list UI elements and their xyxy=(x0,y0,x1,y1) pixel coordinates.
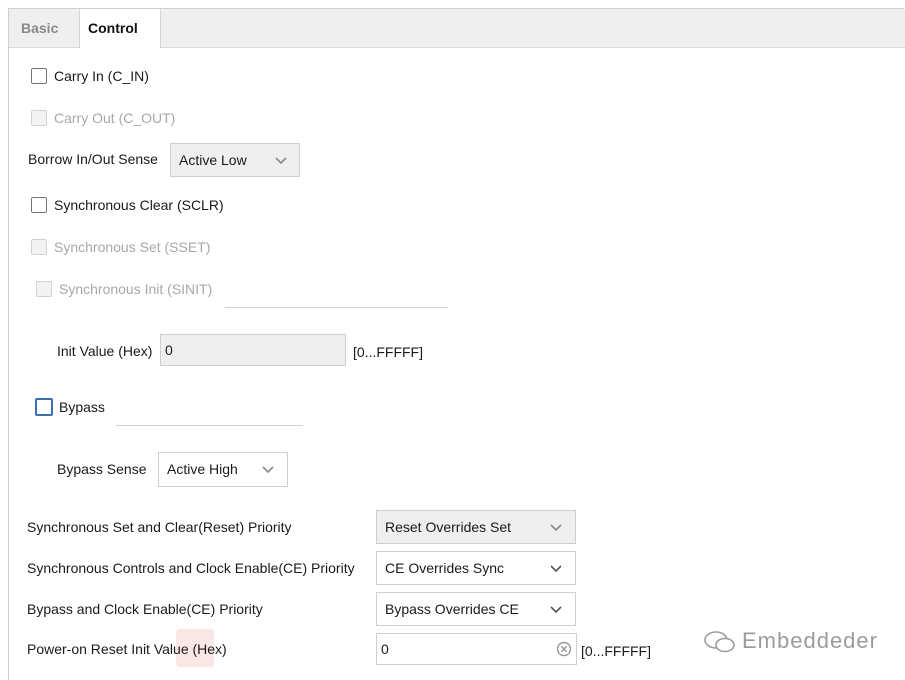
tab-basic[interactable]: Basic xyxy=(21,9,58,47)
chevron-down-icon xyxy=(550,565,562,573)
sinit-checkbox[interactable] xyxy=(36,281,52,297)
power-on-reset-text: 0 xyxy=(381,641,389,657)
sclr-checkbox[interactable] xyxy=(31,197,47,213)
priority-ce-sync-value: CE Overrides Sync xyxy=(385,560,505,576)
carry-in-checkbox[interactable] xyxy=(31,68,47,84)
carry-in-label: Carry In (C_IN) xyxy=(54,68,149,84)
sset-label: Synchronous Set (SSET) xyxy=(54,239,211,255)
init-value-range: [0...FFFFF] xyxy=(353,344,423,360)
bypass-label: Bypass xyxy=(59,399,105,415)
init-value-input[interactable]: 0 xyxy=(160,334,346,366)
chevron-down-icon xyxy=(550,606,562,614)
priority-set-clear-label: Synchronous Set and Clear(Reset) Priorit… xyxy=(27,519,292,535)
borrow-sense-value: Active Low xyxy=(179,152,247,168)
priority-ce-sync-select[interactable]: CE Overrides Sync xyxy=(376,551,576,585)
priority-bypass-ce-value: Bypass Overrides CE xyxy=(385,601,519,617)
bypass-group-divider xyxy=(116,425,303,426)
bypass-sense-select[interactable]: Active High xyxy=(158,452,288,487)
priority-bypass-ce-select[interactable]: Bypass Overrides CE xyxy=(376,592,576,626)
power-on-reset-label: Power-on Reset Init Value (Hex) xyxy=(27,641,227,657)
priority-ce-sync-label: Synchronous Controls and Clock Enable(CE… xyxy=(27,560,355,576)
power-on-reset-range: [0...FFFFF] xyxy=(581,643,651,659)
watermark-text: Embeddeder xyxy=(742,628,878,653)
sinit-label: Synchronous Init (SINIT) xyxy=(59,281,213,297)
sinit-group-divider xyxy=(225,307,448,308)
priority-bypass-ce-label: Bypass and Clock Enable(CE) Priority xyxy=(27,601,263,617)
tab-control[interactable]: Control xyxy=(79,9,161,48)
priority-set-clear-value: Reset Overrides Set xyxy=(385,519,512,535)
bypass-checkbox[interactable] xyxy=(35,398,53,416)
sset-checkbox[interactable] xyxy=(31,239,47,255)
power-on-reset-input[interactable]: 0 xyxy=(376,633,577,665)
borrow-sense-select[interactable]: Active Low xyxy=(170,143,300,177)
chevron-down-icon xyxy=(262,466,274,474)
carry-out-checkbox[interactable] xyxy=(31,110,47,126)
wechat-icon xyxy=(704,631,735,653)
init-value-label: Init Value (Hex) xyxy=(57,343,153,359)
priority-set-clear-select[interactable]: Reset Overrides Set xyxy=(376,510,576,544)
sclr-label: Synchronous Clear (SCLR) xyxy=(54,197,224,213)
bypass-sense-label: Bypass Sense xyxy=(57,461,147,477)
clear-icon[interactable] xyxy=(556,641,572,657)
carry-out-label: Carry Out (C_OUT) xyxy=(54,110,176,126)
chevron-down-icon xyxy=(550,524,562,532)
bypass-sense-value: Active High xyxy=(167,461,238,477)
init-value-text: 0 xyxy=(165,342,173,358)
chevron-down-icon xyxy=(275,157,287,165)
borrow-sense-label: Borrow In/Out Sense xyxy=(28,151,158,167)
